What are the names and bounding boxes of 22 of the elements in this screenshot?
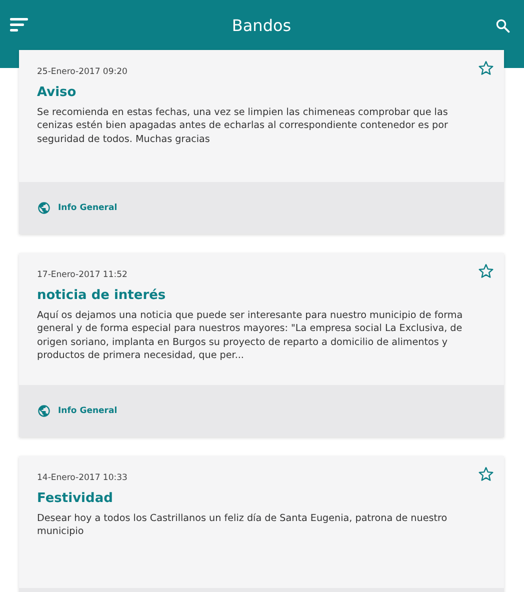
menu-button[interactable] <box>10 17 28 33</box>
category-link[interactable]: Info General <box>58 203 118 213</box>
app-title: Bandos <box>232 16 292 34</box>
notice-date: 17-Enero-2017 11:52 <box>37 270 128 280</box>
search-button[interactable] <box>494 18 510 32</box>
notice-title: Festividad <box>37 491 114 506</box>
notice-date: 25-Enero-2017 09:20 <box>37 67 128 77</box>
notice-card[interactable] <box>19 253 504 437</box>
notice-date: 14-Enero-2017 10:33 <box>37 473 128 483</box>
category-link[interactable]: Info General <box>58 406 118 416</box>
notice-text: Se recomienda en estas fechas, una vez se limpien las chimeneas comprobar que las cenizas estén bien apagadas antes de echarlas al correspondiente contenedor es por seguridad de todos. Muchas gracias <box>37 106 449 146</box>
notice-text: Desear hoy a todos los Castrillanos un feliz día de Santa Eugenia, patrona de nuestro municipio <box>37 512 448 539</box>
notice-card[interactable] <box>19 50 504 234</box>
notice-card[interactable]: 14-Enero-2017 10:33 Festividad Desear hoy a todos los Castrillanos un feliz día de Santa Eugenia, patrona de nuestro municipio <box>19 456 504 592</box>
globe-icon <box>37 404 51 418</box>
globe-icon <box>37 201 51 215</box>
star-icon[interactable] <box>478 60 494 76</box>
star-icon[interactable] <box>478 263 494 279</box>
notice-title: noticia de interés <box>37 288 167 303</box>
notice-title: Aviso <box>37 85 78 100</box>
star-icon[interactable] <box>478 466 494 482</box>
notice-text: Aquí os dejamos una noticia que puede ser interesante para nuestro municipio de forma general y de forma especial para nuestros mayores: "La empresa social La Exclusiva, de origen soriano, implanta en Burgos su proyecto de reparto a domicilio de alimentos y productos de primera necesidad, que per... <box>37 309 464 363</box>
